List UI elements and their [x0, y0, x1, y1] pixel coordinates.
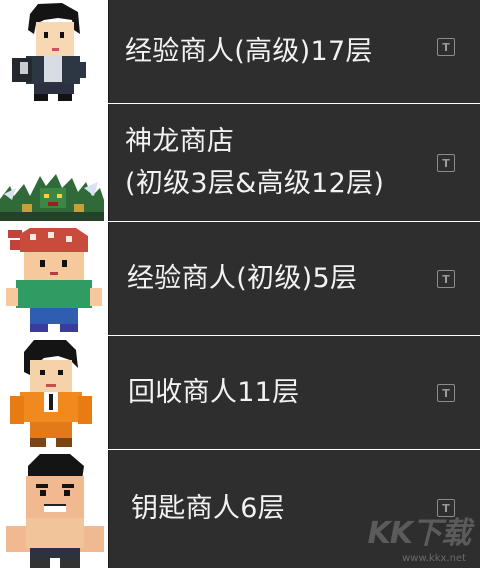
merchant-list: 经验商人(高级)17层 T 神龙商店 (初级3层&高级12层) T 经验商人(初…: [0, 0, 480, 568]
text-t-icon[interactable]: T: [437, 154, 455, 172]
list-item[interactable]: 回收商人11层 T: [0, 336, 480, 449]
pixel-muscle-man-icon: [0, 450, 108, 568]
watermark: KK下载 www.kkx.net: [364, 508, 476, 564]
pixel-bandana-boy-icon: [0, 222, 108, 335]
list-item-label: 经验商人(初级)5层: [127, 262, 358, 294]
list-item-cell[interactable]: 经验商人(高级)17层 T: [108, 0, 480, 103]
pixel-merchant-man-icon: [0, 0, 108, 103]
list-item-label: 经验商人(高级)17层: [125, 35, 373, 67]
list-item-cell[interactable]: 神龙商店 (初级3层&高级12层) T: [108, 104, 480, 221]
list-item-label: 神龙商店 (初级3层&高级12层): [125, 125, 385, 199]
list-item[interactable]: 经验商人(高级)17层 T: [0, 0, 480, 103]
list-item-cell[interactable]: 回收商人11层 T: [108, 336, 480, 449]
list-item-cell[interactable]: 钥匙商人6层 T KK下载 www.kkx.net: [108, 450, 480, 568]
pixel-orange-suit-man-icon: [0, 336, 108, 449]
text-t-icon[interactable]: T: [437, 270, 455, 288]
list-item-cell[interactable]: 经验商人(初级)5层 T: [108, 222, 480, 335]
text-t-icon[interactable]: T: [437, 38, 455, 56]
watermark-logo: KK下载: [367, 516, 471, 551]
list-item[interactable]: 钥匙商人6层 T KK下载 www.kkx.net: [0, 450, 480, 568]
list-item[interactable]: 经验商人(初级)5层 T: [0, 222, 480, 335]
watermark-url: www.kkx.net: [402, 553, 466, 564]
list-item[interactable]: 神龙商店 (初级3层&高级12层) T: [0, 104, 480, 221]
pixel-green-dragon-icon: [0, 104, 108, 221]
list-item-label: 钥匙商人6层: [131, 493, 285, 524]
text-t-icon[interactable]: T: [437, 384, 455, 402]
list-item-label: 回收商人11层: [128, 376, 300, 408]
